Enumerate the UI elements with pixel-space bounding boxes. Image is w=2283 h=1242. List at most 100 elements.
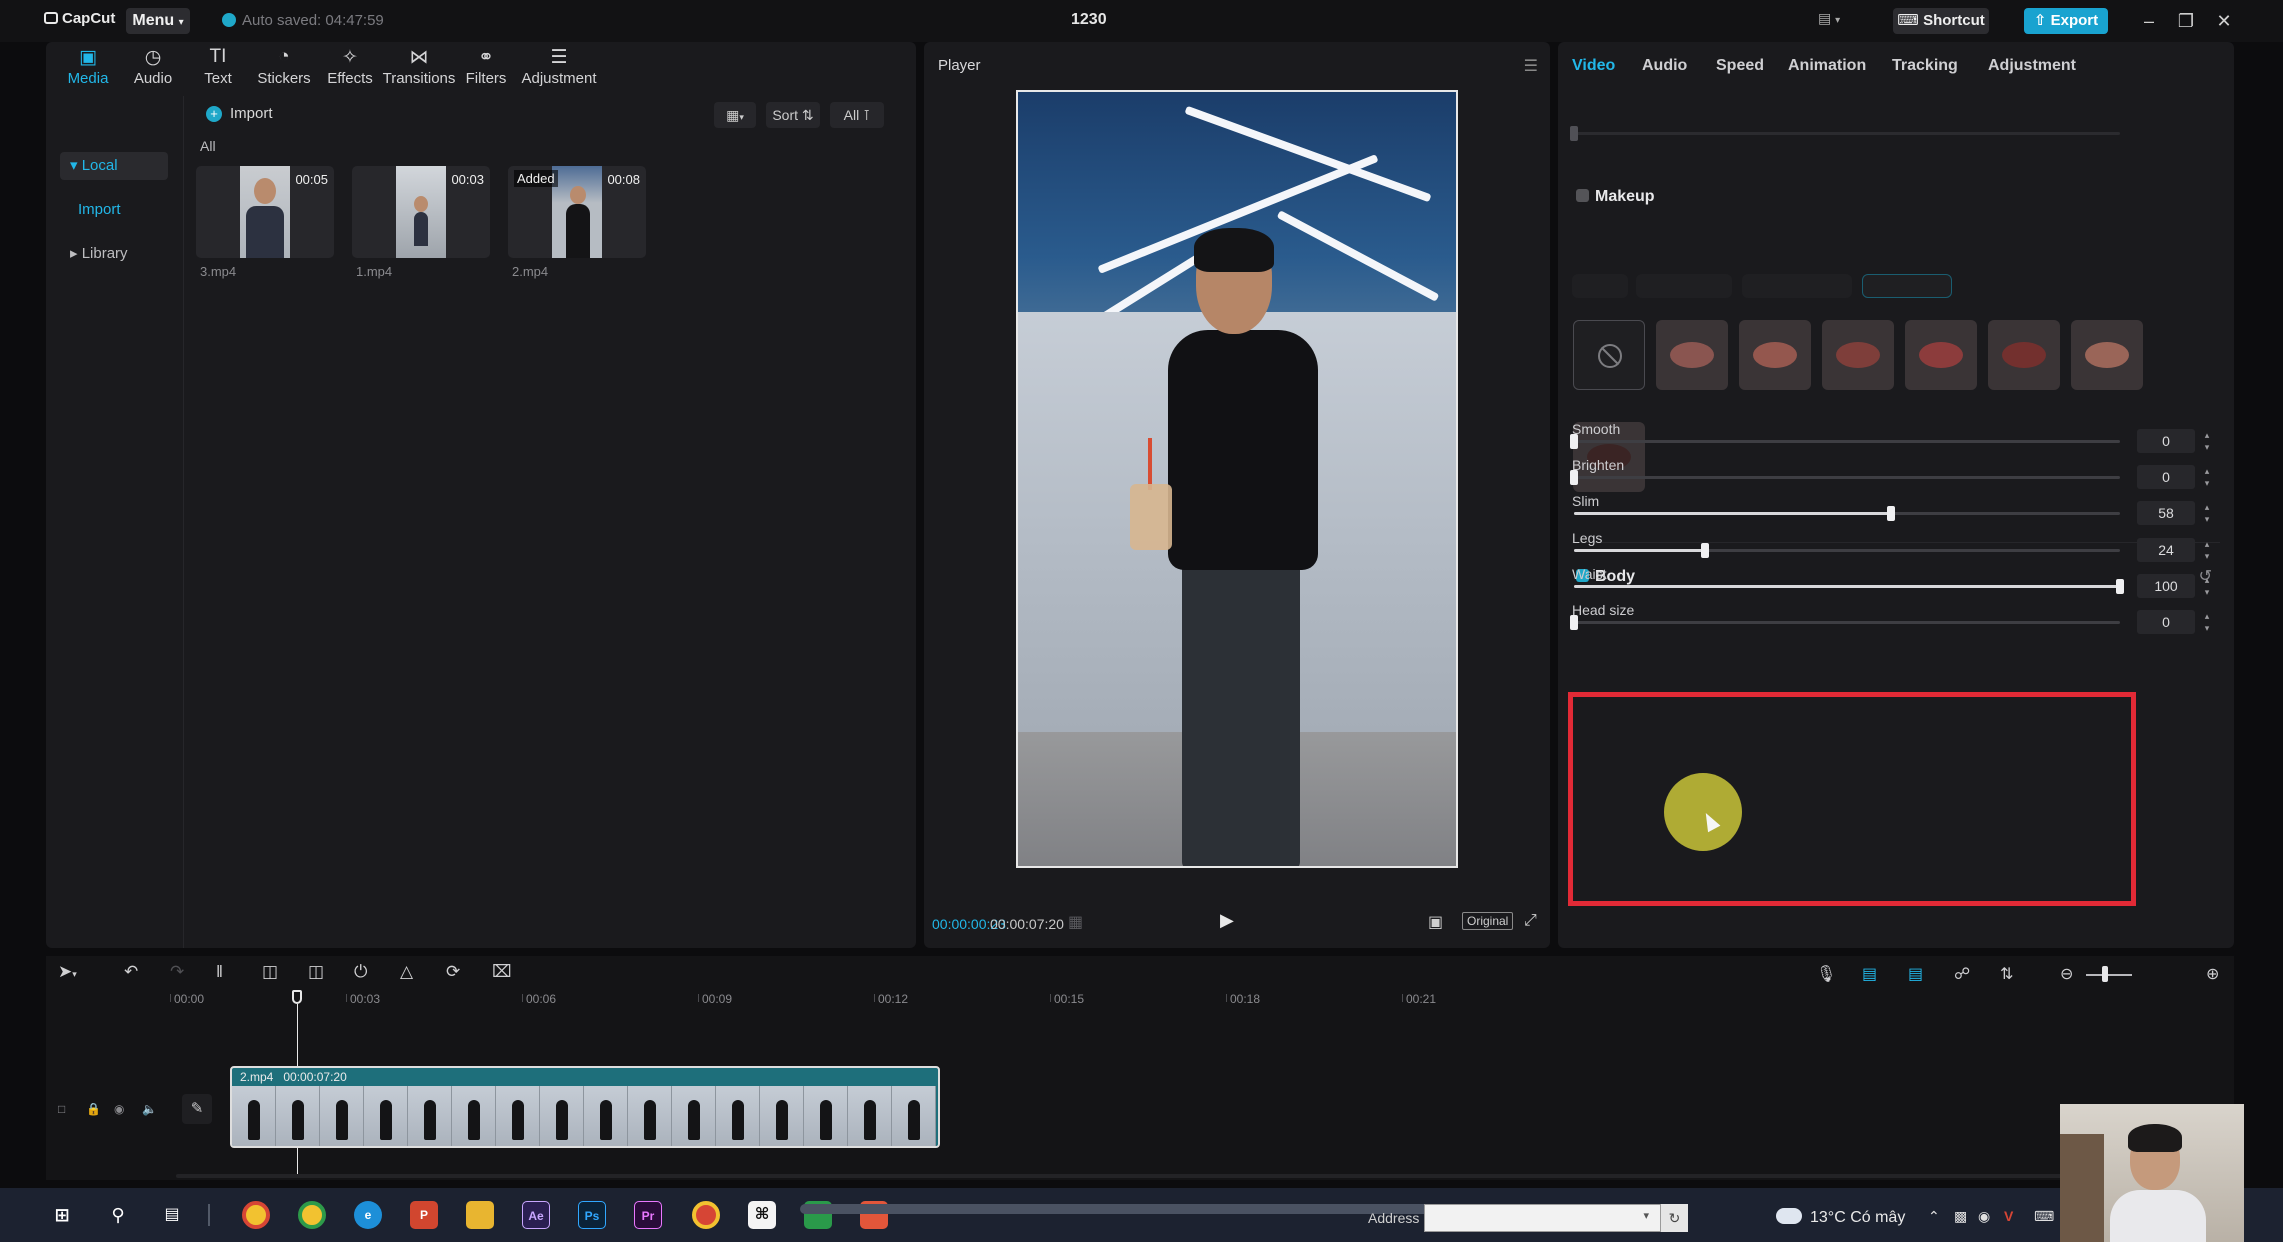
tray-mic-icon[interactable]: ◉ [1978,1208,1990,1225]
address-input[interactable]: ▾ [1424,1204,1688,1232]
microphone-button[interactable]: 🎙 [1816,964,1836,984]
tab-text[interactable]: TI Text [183,46,253,87]
slider-thumb[interactable] [1570,470,1578,485]
lip-style-4[interactable] [1905,320,1977,390]
slider-track[interactable] [1574,543,2120,558]
redo-button[interactable]: ↷ [170,962,184,982]
shortcut-button[interactable]: ⌨ Shortcut [1893,8,1989,34]
zoom-out-button[interactable]: ⊖ [2060,964,2073,984]
value-stepper[interactable]: ▴ ▾ [2200,538,2214,562]
track-cover-icon[interactable]: □ [58,1102,65,1116]
slider-thumb[interactable] [2116,579,2124,594]
zoom-slider-thumb[interactable] [2102,966,2108,982]
import-button[interactable]: + Import [206,100,306,128]
windows-start-icon[interactable]: ⊞ [48,1201,76,1229]
fullscreen-button[interactable]: ⤢ [1524,912,1537,930]
media-clip-3[interactable]: 00:05 3.mp4 [196,166,334,314]
tray-device-icon[interactable]: ▩ [1954,1208,1967,1225]
tab-tracking[interactable]: Tracking [1892,57,1958,75]
aspect-ratio-button[interactable]: Original [1462,912,1514,930]
tab-audio[interactable]: ◷ Audio [118,46,188,87]
auto-snap-button[interactable]: ▤ [1908,964,1923,984]
tab-adjustment[interactable]: Adjustment [1988,57,2076,75]
eye-icon[interactable]: ◉ [114,1102,124,1116]
slider-value-input[interactable]: 0 [2137,465,2195,489]
chrome-profile-icon[interactable] [692,1201,720,1229]
undo-button[interactable]: ↶ [124,962,138,982]
makeup-category[interactable] [1572,274,1628,298]
task-view-icon[interactable]: ▤ [158,1201,186,1229]
screenshot-button[interactable]: ▣ [1428,912,1443,932]
makeup-category[interactable] [1636,274,1732,298]
reverse-button[interactable]: ⏻ [354,962,367,982]
lip-style-3[interactable] [1822,320,1894,390]
makeup-none-option[interactable] [1573,320,1645,390]
timeline-video-clip[interactable]: 2.mp4 00:00:07:20 [230,1066,940,1148]
tab-transitions[interactable]: ⋈ Transitions [379,46,459,87]
zoom-fit-button[interactable]: ⊕ [2206,964,2219,984]
after-effects-icon[interactable]: Ae [522,1201,550,1229]
value-stepper[interactable]: ▴ ▾ [2200,501,2214,525]
menu-button[interactable]: Menu ▾ [126,8,190,34]
media-clip-2[interactable]: Added 00:08 2.mp4 [508,166,646,314]
lock-icon[interactable]: 🔒 [86,1102,101,1116]
freeze-button[interactable]: ◫ [308,962,324,982]
keyboard-icon[interactable]: ⌨ [2034,1208,2054,1225]
makeup-category-selected[interactable] [1862,274,1952,298]
slider-track[interactable] [1574,579,2124,594]
photoshop-icon[interactable]: Ps [578,1201,606,1229]
tab-effects[interactable]: ✧ Effects [315,46,385,87]
slider-value-input[interactable]: 58 [2137,501,2195,525]
weather-widget[interactable]: 13°C Có mây [1776,1208,1905,1227]
makeup-section-title[interactable]: Makeup [1576,188,1655,206]
tab-animation[interactable]: Animation [1788,57,1866,75]
makeup-checkbox[interactable] [1576,189,1589,202]
export-button[interactable]: ⇧ Export [2024,8,2108,34]
sort-button[interactable]: Sort ⇅ [766,102,820,128]
filter-button[interactable]: All ⊺ [830,102,884,128]
tray-chevron-icon[interactable]: ⌃ [1928,1208,1940,1225]
layout-button[interactable]: ▤ ▾ [1818,10,1856,32]
sidebar-item-local[interactable]: ▾ Local [60,152,168,180]
slider-value-input[interactable]: 0 [2137,429,2195,453]
slider-track[interactable] [1570,434,2120,449]
folder-icon[interactable] [466,1201,494,1229]
slider-value-input[interactable]: 100 [2137,574,2195,598]
edit-cover-button[interactable]: ✎ [182,1094,212,1124]
chrome-icon[interactable] [242,1201,270,1229]
slider-track[interactable] [1574,506,2120,521]
playhead-handle[interactable] [292,990,302,1004]
delete-button[interactable]: ◫ [262,962,278,982]
slider-thumb[interactable] [1570,615,1578,630]
sidebar-item-import[interactable]: Import [60,196,168,224]
top-faint-slider[interactable] [1570,126,2120,141]
lip-style-6[interactable] [2071,320,2143,390]
refresh-button[interactable]: ↻ [1660,1204,1688,1232]
capcut-icon[interactable]: ⌘ [748,1201,776,1229]
value-stepper[interactable]: ▴ ▾ [2200,465,2214,489]
close-button[interactable]: ✕ [2213,10,2235,32]
tab-filters[interactable]: ⚭ Filters [451,46,521,87]
play-button[interactable]: ▶ [1220,910,1234,931]
mirror-button[interactable]: △ [400,962,413,982]
media-clip-1[interactable]: 00:03 1.mp4 [352,166,490,314]
tab-video[interactable]: Video [1572,57,1615,75]
tab-stickers[interactable]: ◔ Stickers [249,46,319,87]
tab-audio[interactable]: Audio [1642,57,1687,75]
maximize-button[interactable]: ❐ [2175,10,2197,32]
slider-thumb[interactable] [1701,543,1710,558]
slider-track[interactable] [1570,615,2120,630]
chrome-icon[interactable] [298,1201,326,1229]
speaker-icon[interactable]: 🔈 [142,1102,157,1116]
view-mode-button[interactable]: ▦▾ [714,102,756,128]
linkage-button[interactable]: ☍ [1954,964,1970,984]
search-icon[interactable]: ⚲ [104,1201,132,1229]
player-menu-icon[interactable]: ☰ [1524,56,1538,76]
sidebar-item-library[interactable]: ▸ Library [60,240,168,268]
slider-value-input[interactable]: 24 [2137,538,2195,562]
minimize-button[interactable]: – [2138,10,2160,32]
main-track-magnet-button[interactable]: ▤ [1862,964,1877,984]
slider-track[interactable] [1570,470,2120,485]
value-stepper[interactable]: ▴ ▾ [2200,574,2214,598]
tray-app-icon[interactable]: V [2004,1208,2013,1224]
